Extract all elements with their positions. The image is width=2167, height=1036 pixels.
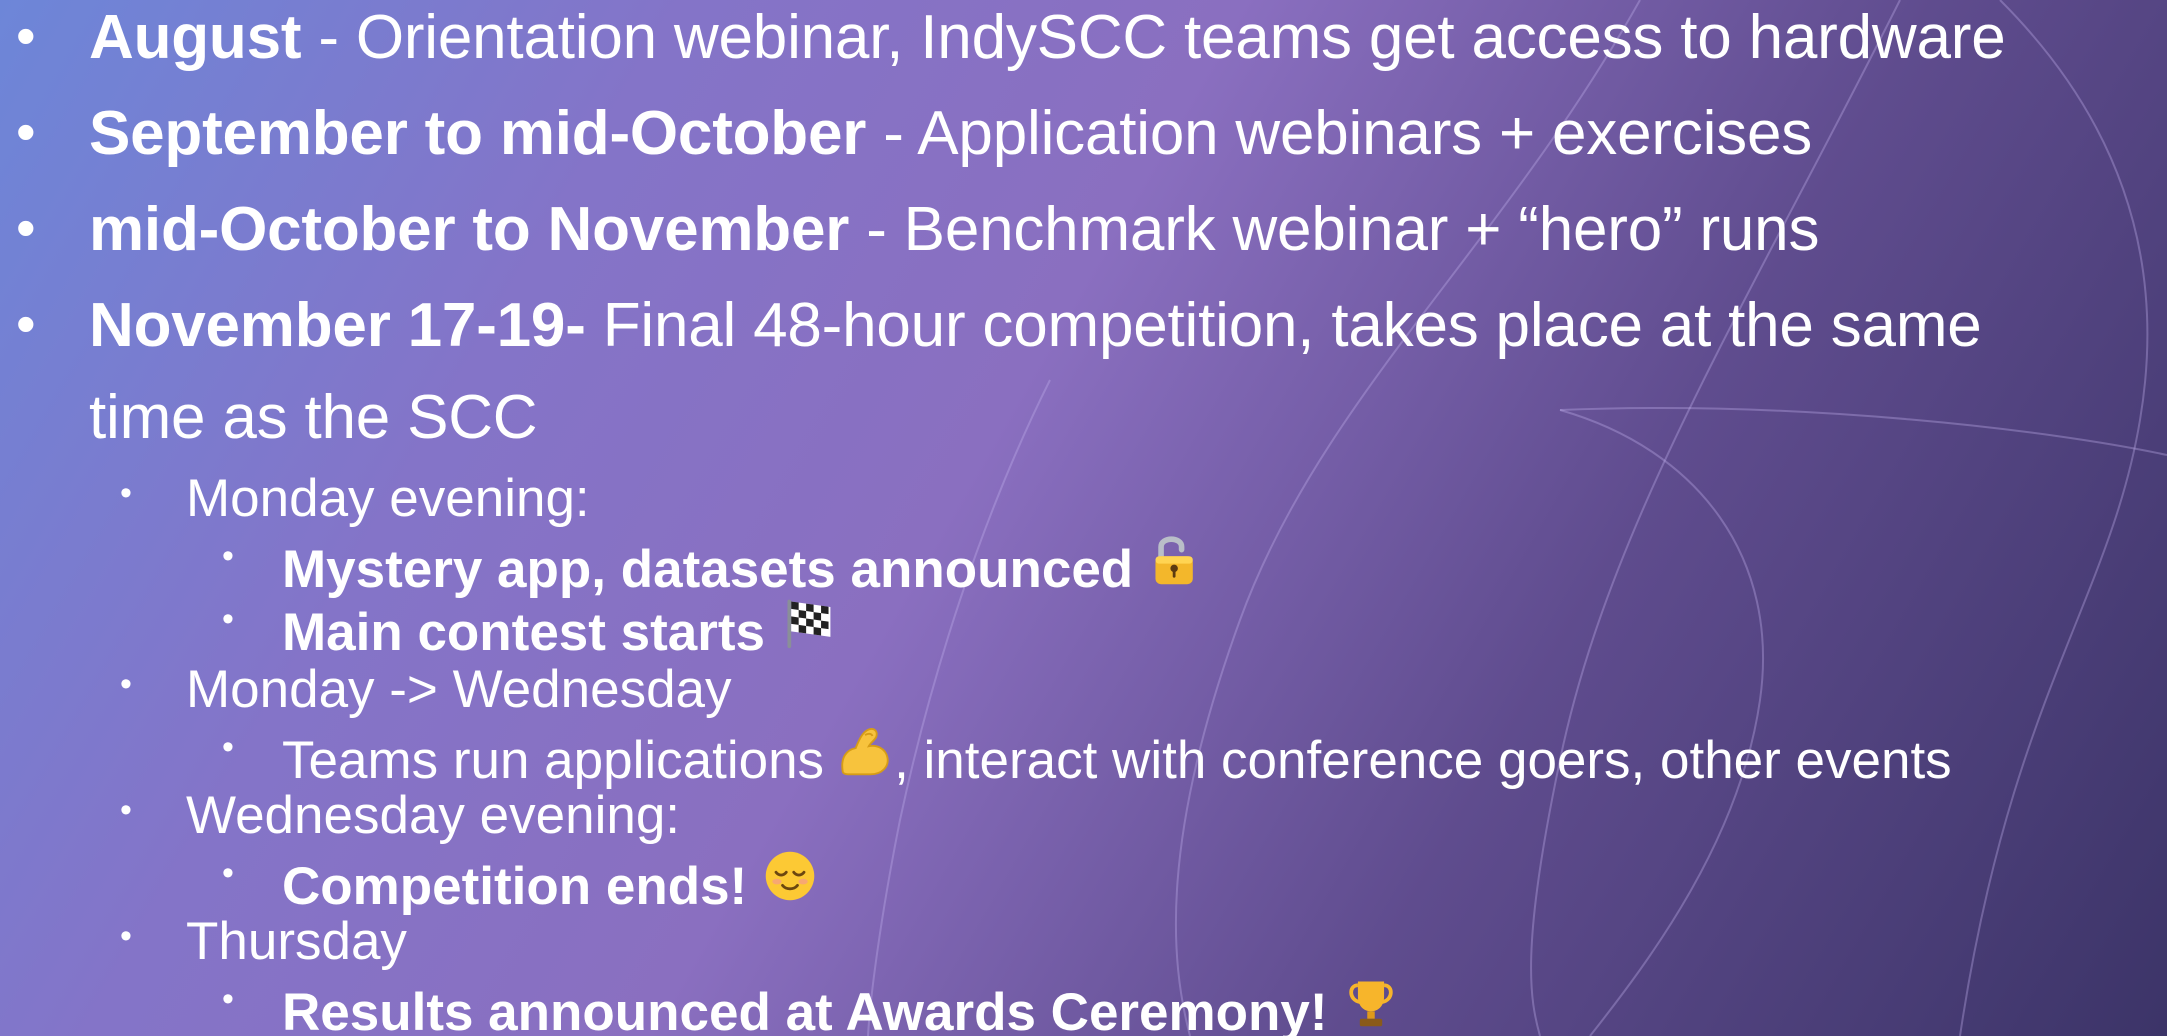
sub-item-competition-ends: • Competition ends! [222,848,819,917]
sub-item-label: Results announced at Awards Ceremony! [282,983,1328,1036]
sub-item-teams-run: • Teams run applications , interact with… [222,722,1952,791]
agenda-item-date: August [89,3,302,72]
agenda-item-text: - Orientation webinar, IndySCC teams get… [301,3,2006,72]
agenda-item-november-continuation: time as the SCC [89,382,538,453]
agenda-item-text: time as the SCC [89,383,538,452]
bullet: • [16,196,36,259]
sub-item-label: Monday -> Wednesday [186,660,732,719]
sub-item-results: • Results announced at Awards Ceremony! [222,974,1400,1036]
bullet: • [222,728,234,766]
bullet: • [120,791,132,829]
sub-item-label: Teams run applications [282,731,825,790]
sub-item-label-continued: , interact with conference goers, other … [894,731,1952,790]
bullet: • [222,600,234,638]
sub-item-mystery-app: • Mystery app, datasets announced [222,531,1205,600]
bullet: • [16,4,36,67]
relieved-face-icon [765,851,815,901]
bullet: • [16,292,36,355]
sub-item-wednesday-evening: • Wednesday evening: [120,785,681,846]
agenda-item-november: • November 17-19- Final 48-hour competit… [16,290,1982,361]
sub-item-label: Thursday [186,912,407,971]
unlocked-padlock-icon [1155,536,1193,585]
bullet: • [16,100,36,163]
bullet: • [222,854,234,892]
bullet: • [120,665,132,703]
agenda-item-september: • September to mid-October - Application… [16,98,1813,169]
sub-item-label: Competition ends! [282,857,748,916]
agenda-item-text: - Benchmark webinar + “hero” runs [849,195,1820,264]
trophy-icon [1348,981,1393,1027]
bullet: • [222,980,234,1018]
slide: • August - Orientation webinar, IndySCC … [0,0,2167,1036]
agenda-item-date: mid-October to November [89,195,850,264]
sub-item-main-contest: • Main contest starts [222,594,837,663]
agenda-item-october: • mid-October to November - Benchmark we… [16,194,1820,265]
sub-item-monday-evening: • Monday evening: [120,468,590,529]
bullet: • [120,474,132,512]
agenda-item-text: Final 48-hour competition, takes place a… [585,291,1982,360]
sub-item-thursday: • Thursday [120,911,407,972]
agenda-item-august: • August - Orientation webinar, IndySCC … [16,2,2006,73]
sub-item-label: Monday evening: [186,469,590,528]
flexed-biceps-icon [841,728,889,776]
sub-item-label: Mystery app, datasets announced [282,540,1134,599]
agenda-item-date: September to mid-October [89,99,867,168]
bullet: • [120,917,132,955]
sub-item-label: Main contest starts [282,603,766,662]
bullet: • [222,537,234,575]
agenda-item-date: November 17-19- [89,291,586,360]
sub-item-monday-wednesday: • Monday -> Wednesday [120,659,732,720]
sub-item-label: Wednesday evening: [186,786,681,845]
agenda-item-text: - Application webinars + exercises [866,99,1813,168]
checkered-flag-icon [787,599,831,649]
